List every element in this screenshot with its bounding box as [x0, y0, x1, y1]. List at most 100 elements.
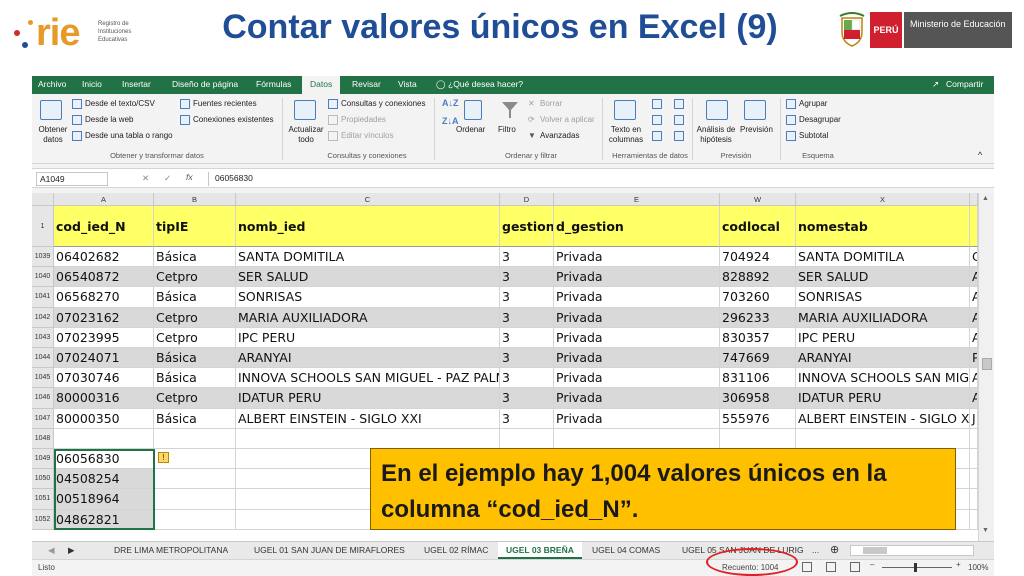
table-cell[interactable]: Privada [554, 247, 720, 268]
prev-sheet-icon[interactable]: ◀ [48, 545, 55, 556]
table-cell[interactable]: Cetpro [154, 307, 236, 328]
table-cell[interactable]: nomestab [796, 206, 970, 247]
forecast-button[interactable]: Previsión [740, 125, 773, 134]
sort-button[interactable]: Ordenar [456, 125, 485, 134]
cancel-icon[interactable]: ✕ [142, 173, 149, 184]
recent-sources-button[interactable]: Fuentes recientes [193, 99, 257, 108]
table-cell[interactable]: A [970, 327, 978, 348]
table-cell[interactable] [54, 428, 154, 449]
table-cell[interactable]: MARIA AUXILIADORA [236, 307, 500, 328]
table-cell[interactable]: Cetpro [154, 267, 236, 288]
sheet-tab[interactable]: UGEL 01 SAN JUAN DE MIRAFLORES [254, 545, 405, 555]
what-if-button[interactable]: Análisis de hipótesis [694, 125, 738, 145]
table-cell[interactable]: C [970, 247, 978, 268]
table-cell[interactable]: INNOVA SCHOOLS SAN MIGUEL - PAZ PALMA [236, 368, 500, 389]
sort-az-icon[interactable]: A↓Z [442, 98, 459, 108]
sheet-tab[interactable]: UGEL 04 COMAS [592, 545, 660, 555]
ungroup-button[interactable]: Desagrupar [799, 115, 841, 124]
queries-connections-button[interactable]: Consultas y conexiones [341, 99, 426, 108]
column-header[interactable]: E [554, 193, 720, 206]
page-break-icon[interactable] [850, 562, 860, 572]
column-header[interactable]: X [796, 193, 970, 206]
table-cell[interactable]: ARANYAI [236, 348, 500, 369]
table-cell[interactable]: Privada [554, 368, 720, 389]
table-cell[interactable]: 3 [500, 388, 554, 409]
add-sheet-icon[interactable]: ⊕ [830, 543, 839, 556]
tab-diseno[interactable]: Diseño de página [172, 79, 238, 89]
table-cell[interactable]: SANTA DOMITILA [236, 247, 500, 268]
function-icon[interactable]: fx [186, 172, 193, 182]
row-header[interactable]: 1050 [32, 469, 54, 490]
table-cell[interactable]: d_gestion [554, 206, 720, 247]
table-cell[interactable]: nomb_ied [236, 206, 500, 247]
table-cell[interactable]: A [970, 388, 978, 409]
table-cell[interactable]: 06540872 [54, 267, 154, 288]
table-cell[interactable]: SONRISAS [236, 287, 500, 308]
table-cell[interactable]: Cetpro [154, 327, 236, 348]
row-header[interactable]: 1043 [32, 327, 54, 348]
existing-connections-button[interactable]: Conexiones existentes [193, 115, 274, 124]
table-cell[interactable]: 06402682 [54, 247, 154, 268]
table-cell[interactable]: cod_ied_N [54, 206, 154, 247]
normal-view-icon[interactable] [802, 562, 812, 572]
filter-button[interactable]: Filtro [498, 125, 516, 134]
table-cell[interactable]: 306958 [720, 388, 796, 409]
more-sheets-icon[interactable]: ... [812, 545, 819, 555]
tab-vista[interactable]: Vista [398, 79, 417, 89]
row-header[interactable]: 1046 [32, 388, 54, 409]
table-cell[interactable]: Básica [154, 408, 236, 429]
next-sheet-icon[interactable]: ▶ [68, 545, 75, 556]
scrollbar-thumb[interactable] [982, 358, 992, 370]
table-cell[interactable]: Básica [154, 348, 236, 369]
flash-fill-icon[interactable] [652, 99, 662, 109]
table-cell[interactable]: A [970, 287, 978, 308]
table-cell[interactable]: Privada [554, 348, 720, 369]
table-cell[interactable]: Cetpro [154, 388, 236, 409]
zoom-in-icon[interactable]: + [956, 560, 961, 569]
share-button[interactable]: Compartir [946, 79, 983, 89]
formula-input[interactable]: 06056830 [208, 172, 986, 186]
select-all-corner[interactable] [32, 193, 54, 206]
row-header[interactable]: 1048 [32, 428, 54, 449]
scroll-down-icon[interactable]: ▼ [982, 527, 989, 534]
tab-formulas[interactable]: Fórmulas [256, 79, 291, 89]
table-cell[interactable] [970, 509, 978, 530]
table-cell[interactable]: 3 [500, 368, 554, 389]
column-header[interactable] [970, 193, 978, 206]
row-header[interactable]: 1041 [32, 287, 54, 308]
row-header[interactable]: 1040 [32, 267, 54, 288]
refresh-all-button[interactable]: Actualizar todo [286, 125, 326, 145]
table-cell[interactable]: 07023162 [54, 307, 154, 328]
column-header[interactable]: B [154, 193, 236, 206]
table-cell[interactable] [154, 489, 236, 510]
table-cell[interactable]: 747669 [720, 348, 796, 369]
from-web-button[interactable]: Desde la web [85, 115, 133, 124]
table-cell[interactable]: ALBERT EINSTEIN - SIGLO XXI [236, 408, 500, 429]
table-cell[interactable]: INNOVA SCHOOLS SAN MIGUEL [796, 368, 970, 389]
table-cell[interactable]: J [970, 408, 978, 429]
sheet-tab-active[interactable]: UGEL 03 BREÑA [498, 542, 582, 559]
table-cell[interactable]: Privada [554, 388, 720, 409]
table-cell[interactable]: 3 [500, 247, 554, 268]
table-cell[interactable] [970, 206, 978, 247]
table-cell[interactable] [554, 428, 720, 449]
row-header[interactable]: 1047 [32, 408, 54, 429]
tell-me-box[interactable]: ¿Qué desea hacer? [448, 79, 523, 89]
relationships-icon[interactable] [674, 115, 684, 125]
clear-button[interactable]: Borrar [540, 99, 562, 108]
table-cell[interactable]: ALBERT EINSTEIN - SIGLO XXI [796, 408, 970, 429]
get-data-button[interactable]: Obtener datos [36, 125, 70, 145]
enter-icon[interactable]: ✓ [164, 173, 171, 184]
table-cell[interactable] [154, 469, 236, 490]
row-header[interactable]: 1052 [32, 509, 54, 530]
table-cell[interactable]: 3 [500, 307, 554, 328]
table-cell[interactable]: SER SALUD [236, 267, 500, 288]
sheet-tab[interactable]: UGEL 02 RÍMAC [424, 545, 488, 555]
table-cell[interactable]: tipIE [154, 206, 236, 247]
table-cell[interactable] [236, 428, 500, 449]
tab-revisar[interactable]: Revisar [352, 79, 381, 89]
tab-archivo[interactable]: Archivo [38, 79, 66, 89]
table-cell[interactable] [970, 489, 978, 510]
table-cell[interactable]: SER SALUD [796, 267, 970, 288]
table-cell[interactable]: SANTA DOMITILA [796, 247, 970, 268]
